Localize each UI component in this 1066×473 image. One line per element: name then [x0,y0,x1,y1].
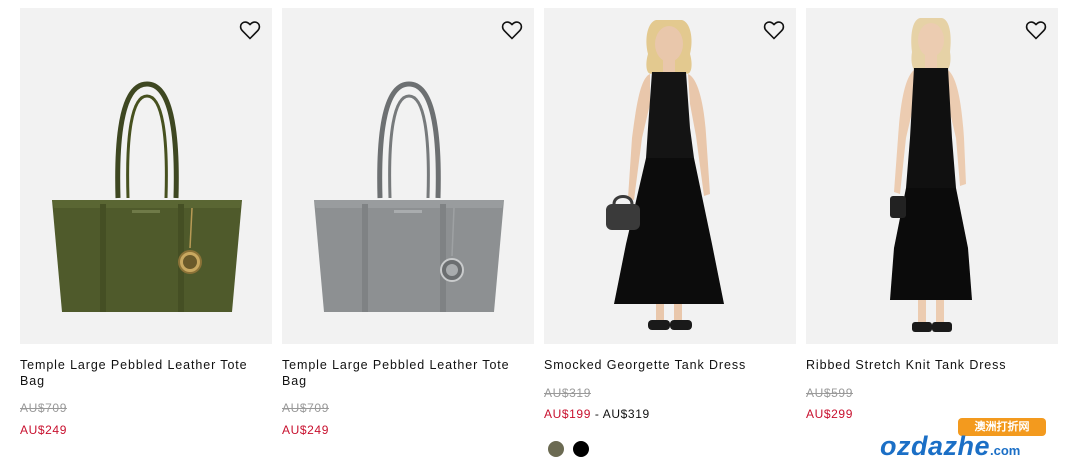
product-image[interactable] [806,8,1058,344]
original-price: AU$319 [544,386,591,400]
sale-price: AU$249 [20,423,67,437]
price-range-max: AU$319 [602,407,650,421]
sale-price: AU$199 [544,407,591,421]
heart-outline-icon[interactable] [1024,18,1048,42]
product-card[interactable]: Smocked Georgette Tank Dress AU$319 AU$1… [544,8,796,473]
original-price: AU$599 [806,386,853,400]
product-grid: Temple Large Pebbled Leather Tote Bag AU… [20,8,1058,473]
ribbed-dress-model-image [806,8,1058,344]
heart-outline-icon[interactable] [500,18,524,42]
product-image[interactable] [544,8,796,344]
swatch-black[interactable] [573,441,589,457]
sale-price: AU$299 [806,407,853,421]
watermark-text: ozdazhe.com [880,431,1060,465]
heart-outline-icon[interactable] [762,18,786,42]
product-image[interactable] [20,8,272,344]
product-title[interactable]: Temple Large Pebbled Leather Tote Bag [282,357,530,389]
price-separator: - [590,407,603,421]
tote-bag-grey-image [282,8,534,344]
heart-outline-icon[interactable] [238,18,262,42]
sale-price: AU$249 [282,423,329,437]
tote-bag-olive-image [20,8,272,344]
original-price: AU$709 [20,401,67,415]
original-price: AU$709 [282,401,329,415]
watermark-domain: .com [990,443,1021,458]
watermark-logo: 澳洲打折网 ozdazhe.com [880,415,1060,467]
product-title[interactable]: Temple Large Pebbled Leather Tote Bag [20,357,268,389]
smocked-dress-model-image [544,8,796,344]
product-title[interactable]: Smocked Georgette Tank Dress [544,357,792,373]
product-image[interactable] [282,8,534,344]
product-card[interactable]: Temple Large Pebbled Leather Tote Bag AU… [20,8,272,473]
price-range: AU$199 - AU$319 [544,407,650,421]
product-card[interactable]: Ribbed Stretch Knit Tank Dress AU$599 AU… [806,8,1058,473]
product-title[interactable]: Ribbed Stretch Knit Tank Dress [806,357,1054,373]
swatch-olive[interactable] [548,441,564,457]
product-card[interactable]: Temple Large Pebbled Leather Tote Bag AU… [282,8,534,473]
watermark-main: ozdazhe [880,431,991,461]
